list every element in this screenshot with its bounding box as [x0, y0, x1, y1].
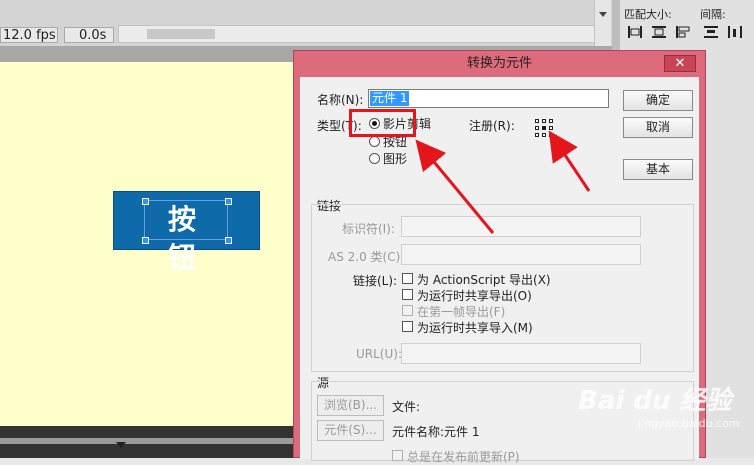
watermark: Bai du 经验 jingyan.baidu.com [578, 380, 748, 440]
arrow-to-registration [548, 130, 591, 192]
arrow-to-type [415, 139, 495, 234]
watermark-url: jingyan.baidu.com [638, 417, 740, 430]
watermark-brand: Bai du 经验 [578, 386, 732, 416]
